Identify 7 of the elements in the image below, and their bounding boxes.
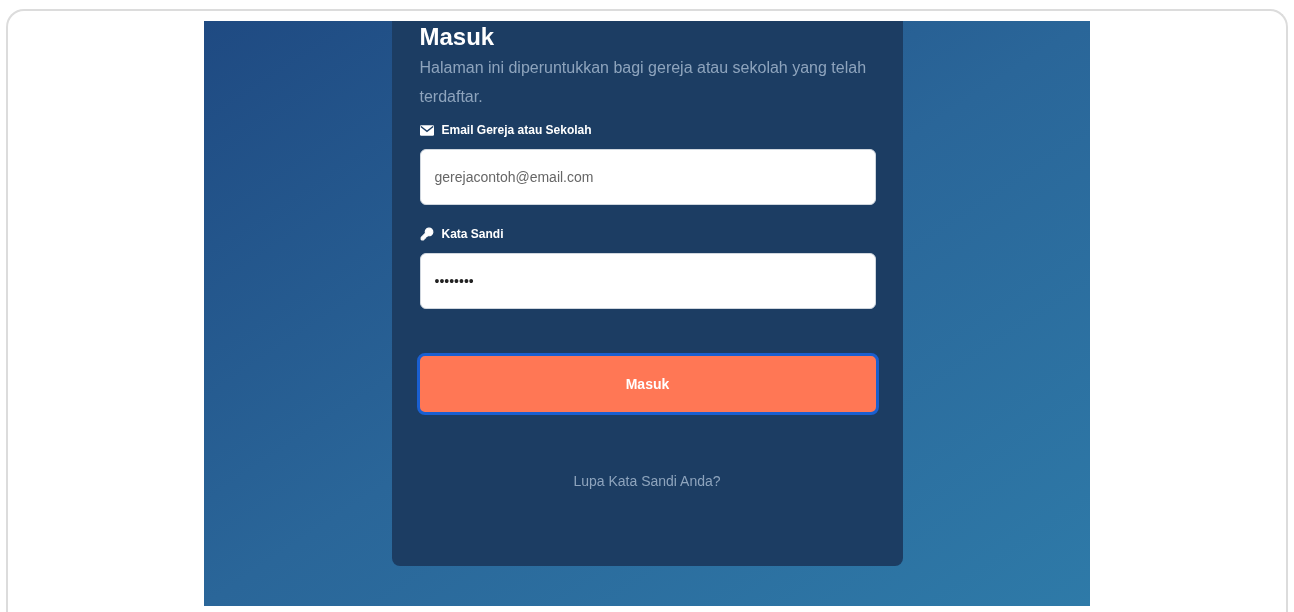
page-description: Halaman ini diperuntukkan bagi gereja atau sekolah yang telah terdaftar.	[419, 58, 868, 107]
password-field[interactable]: ••••••••	[419, 253, 876, 309]
field-label: Kata Sandi	[441, 226, 504, 243]
page-title: Masuk	[419, 23, 496, 51]
field-label: Email Gereja atau Sekolah	[441, 122, 592, 139]
forgot-password-link[interactable]: Lupa Kata Sandi Anda?	[573, 471, 721, 492]
email-field[interactable]: gerejacontoh@email.com	[419, 149, 876, 205]
